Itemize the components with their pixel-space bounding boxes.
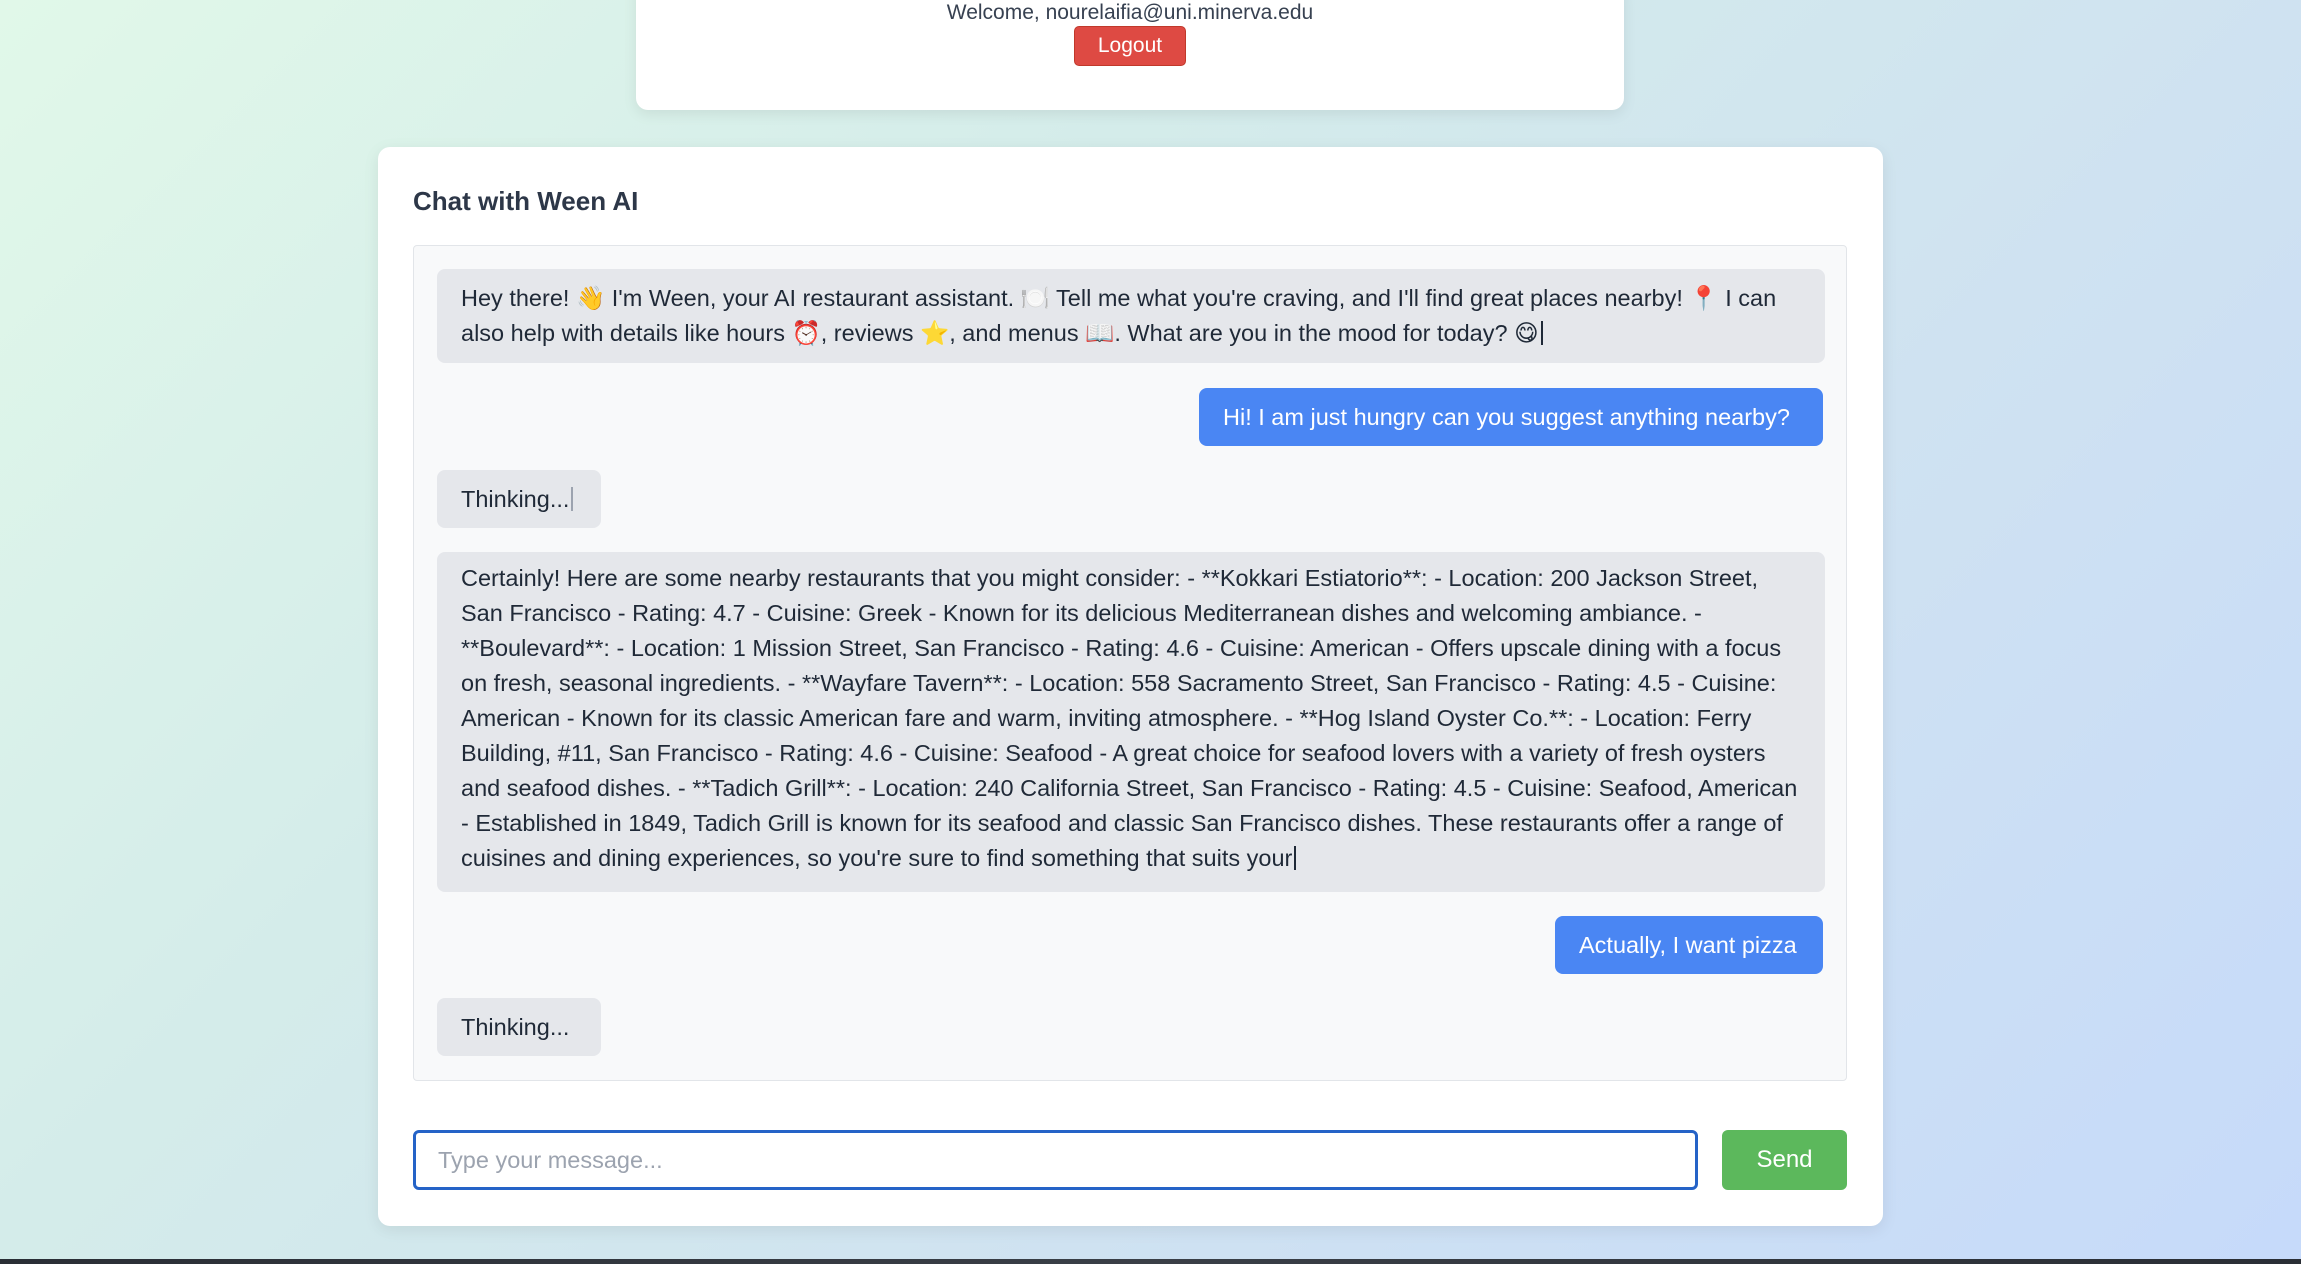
logout-button[interactable]: Logout xyxy=(1074,26,1186,66)
message-input[interactable] xyxy=(413,1130,1698,1190)
user-header-card: Welcome, nourelaifia@uni.minerva.edu Log… xyxy=(636,0,1624,110)
send-button[interactable]: Send xyxy=(1722,1130,1847,1190)
user-message: Hi! I am just hungry can you suggest any… xyxy=(1199,388,1823,446)
message-text: Actually, I want pizza xyxy=(1579,931,1797,958)
bot-thinking-message: Thinking... xyxy=(437,470,601,528)
message-text: Certainly! Here are some nearby restaura… xyxy=(461,565,1798,871)
bot-message: Certainly! Here are some nearby restaura… xyxy=(437,552,1825,892)
window-bottom-edge xyxy=(0,1259,2301,1264)
typing-cursor xyxy=(1540,321,1543,345)
chat-title: Chat with Ween AI xyxy=(413,186,639,216)
bot-thinking-message: Thinking... xyxy=(437,998,601,1056)
message-text: Thinking... xyxy=(461,1013,570,1040)
typing-cursor xyxy=(571,487,574,511)
welcome-text: Welcome, nourelaifia@uni.minerva.edu xyxy=(946,1,1314,24)
typing-cursor xyxy=(1294,846,1297,870)
chat-panel: Chat with Ween AI Hey there! 👋 I'm Ween,… xyxy=(378,147,1883,1226)
user-message: Actually, I want pizza xyxy=(1555,916,1823,974)
message-text: Thinking... xyxy=(461,485,570,512)
bot-message: Hey there! 👋 I'm Ween, your AI restauran… xyxy=(437,269,1825,363)
message-list[interactable]: Hey there! 👋 I'm Ween, your AI restauran… xyxy=(413,245,1847,1081)
message-text: Hey there! 👋 I'm Ween, your AI restauran… xyxy=(461,285,1777,346)
message-text: Hi! I am just hungry can you suggest any… xyxy=(1223,403,1790,430)
